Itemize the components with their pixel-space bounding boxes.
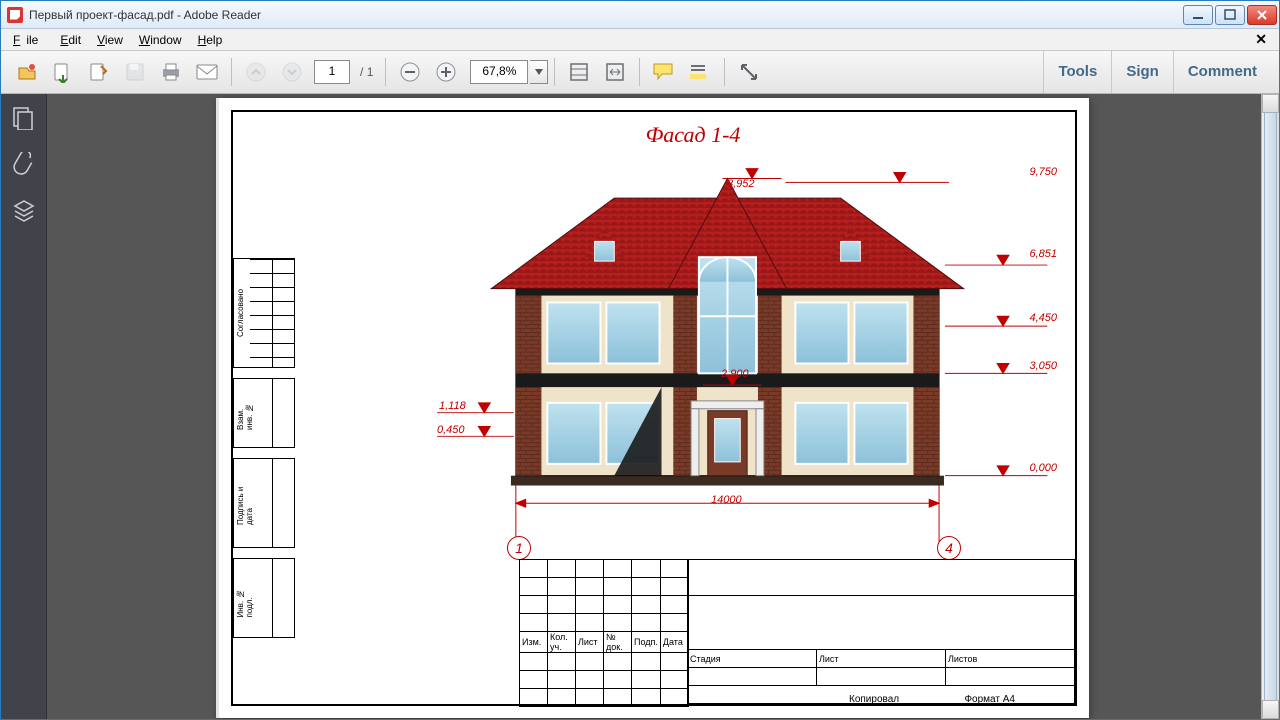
- print-icon[interactable]: [154, 55, 188, 89]
- zoom-in-icon[interactable]: [429, 55, 463, 89]
- elev-eave: 6,851: [1029, 248, 1057, 260]
- export-pdf-icon[interactable]: [46, 55, 80, 89]
- zoom-value-input[interactable]: 67,8%: [470, 60, 528, 84]
- window-titlebar: Первый проект-фасад.pdf - Adobe Reader: [1, 1, 1279, 29]
- thumbnails-icon[interactable]: [12, 106, 36, 130]
- zoom-dropdown[interactable]: [530, 60, 548, 84]
- sign-pane-button[interactable]: Sign: [1111, 51, 1173, 93]
- create-pdf-icon[interactable]: [82, 55, 116, 89]
- elev-l2-sill: 3,050: [1029, 360, 1057, 372]
- page-total-label: / 1: [360, 65, 373, 79]
- attachments-icon[interactable]: [12, 152, 36, 176]
- menu-edit[interactable]: Edit: [54, 31, 87, 49]
- elev-l1-head: 1,118: [439, 400, 466, 412]
- elev-l2-head: 4,450: [1029, 312, 1057, 324]
- toolbar: 1 / 1 67,8% Tools: [1, 51, 1279, 94]
- tools-pane-button[interactable]: Tools: [1043, 51, 1111, 93]
- menu-file[interactable]: File: [7, 31, 50, 49]
- sidecol-approved: Согласовано: [236, 289, 245, 337]
- drawing-caption: Фасад 1-4: [646, 122, 741, 148]
- format-label: Формат А4: [964, 694, 1015, 705]
- page-down-icon: [275, 55, 309, 89]
- window-minimize-button[interactable]: [1183, 5, 1213, 25]
- facade-drawing: Фасад 1-4: [319, 116, 1067, 546]
- pdf-page: Согласовано Взам. инв. № Подпись: [219, 98, 1089, 718]
- app-icon: [7, 7, 23, 23]
- email-icon[interactable]: [190, 55, 224, 89]
- vertical-scrollbar[interactable]: [1261, 94, 1279, 719]
- fit-page-icon[interactable]: [562, 55, 596, 89]
- read-mode-icon[interactable]: [732, 55, 766, 89]
- elev-ground: 0,000: [1029, 462, 1057, 474]
- menu-window[interactable]: Window: [133, 31, 188, 49]
- axis-marker-right: 4: [937, 536, 961, 560]
- page-number-input[interactable]: 1: [314, 60, 350, 84]
- menu-bar: File Edit View Window Help ✕: [1, 29, 1279, 51]
- window-title: Первый проект-фасад.pdf - Adobe Reader: [29, 8, 1183, 22]
- axis-marker-left: 1: [507, 536, 531, 560]
- elev-roof-top: 8,952: [727, 178, 755, 190]
- layers-icon[interactable]: [12, 198, 36, 222]
- document-stage[interactable]: Согласовано Взам. инв. № Подпись: [47, 94, 1261, 719]
- window-maximize-button[interactable]: [1215, 5, 1245, 25]
- page-up-icon: [239, 55, 273, 89]
- elev-l1-sill: 0,450: [437, 424, 465, 436]
- menu-help[interactable]: Help: [192, 31, 229, 49]
- highlight-icon[interactable]: [683, 55, 717, 89]
- title-block: Изм.Кол. уч. Лист№ док. Подп.Дата: [519, 559, 1075, 704]
- window-close-button[interactable]: [1247, 5, 1277, 25]
- elev-roof-peak: 9,750: [1029, 166, 1057, 178]
- fit-width-icon[interactable]: [598, 55, 632, 89]
- comment-bubble-icon[interactable]: [647, 55, 681, 89]
- menu-view[interactable]: View: [91, 31, 129, 49]
- navigation-rail: [1, 94, 47, 719]
- elev-canopy: 2,900: [721, 368, 749, 380]
- copy-label: Копировал: [849, 694, 899, 705]
- zoom-out-icon[interactable]: [393, 55, 427, 89]
- save-icon: [118, 55, 152, 89]
- revision-table: Изм.Кол. уч. Лист№ док. Подп.Дата: [519, 559, 689, 707]
- width-dimension: 14000: [711, 494, 742, 506]
- comment-pane-button[interactable]: Comment: [1173, 51, 1271, 93]
- open-icon[interactable]: [10, 55, 44, 89]
- document-close-button[interactable]: ✕: [1249, 29, 1273, 50]
